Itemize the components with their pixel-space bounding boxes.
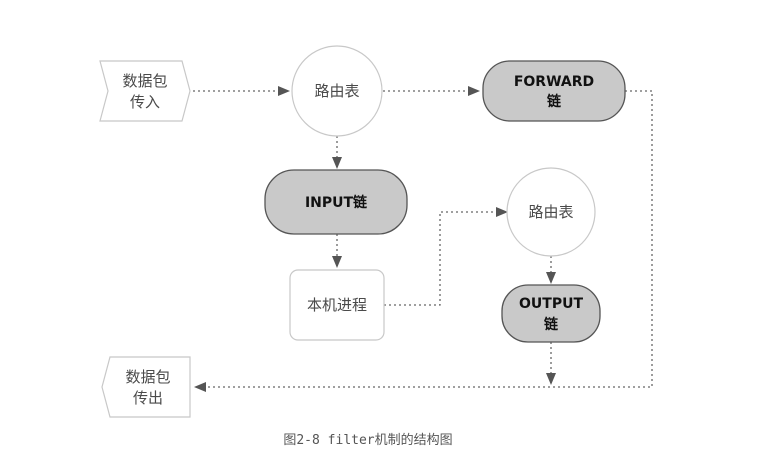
edge-local-process-to-routing-table-2 [384,207,508,306]
output-chain-node: OUTPUT 链 [501,284,601,343]
output-chain-label-line2: 链 [544,316,559,333]
diagram-canvas: 数据包 传入 路由表 FORWARD 链 INPUT链 路由表 本机进程 OUT… [0,0,784,462]
forward-chain-node: FORWARD 链 [482,60,626,122]
routing-table-2-label: 路由表 [528,203,573,221]
packet-in-node: 数据包 传入 [99,60,191,122]
figure-caption: 图2-8 filter机制的结构图 [283,432,452,448]
input-chain-label: INPUT链 [305,194,368,211]
packet-out-node: 数据包 传出 [101,356,191,418]
output-chain-label-line1: OUTPUT [519,296,583,312]
packet-in-label-line1: 数据包 [122,72,167,90]
routing-table-2-node: 路由表 [506,167,596,257]
packet-in-label-line2: 传入 [130,93,160,111]
routing-table-1-label: 路由表 [314,82,359,100]
local-process-node: 本机进程 [289,269,385,341]
filter-structure-diagram: 数据包 传入 路由表 FORWARD 链 INPUT链 路由表 本机进程 OUT… [99,45,653,448]
input-chain-node: INPUT链 [264,169,408,235]
local-process-label: 本机进程 [307,296,367,314]
forward-chain-label-line1: FORWARD [514,74,594,90]
packet-out-label-line1: 数据包 [125,368,170,386]
routing-table-1-node: 路由表 [291,45,383,137]
packet-out-label-line2: 传出 [133,389,163,407]
forward-chain-label-line2: 链 [547,93,562,110]
